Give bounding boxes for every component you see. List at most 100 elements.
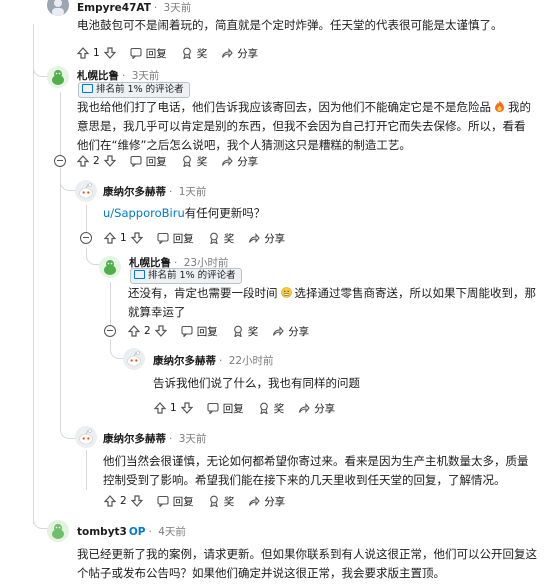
avatar[interactable] bbox=[99, 256, 121, 278]
flair-icon bbox=[134, 270, 145, 279]
downvote-icon[interactable] bbox=[154, 325, 167, 337]
comment-body: 告诉我他们说了什么，我也有同样的问题 bbox=[153, 376, 360, 390]
reply-icon bbox=[130, 155, 142, 167]
avatar[interactable] bbox=[123, 348, 145, 370]
downvote-icon[interactable] bbox=[180, 402, 193, 414]
avatar[interactable] bbox=[47, 520, 69, 542]
reply-button[interactable]: 回复 bbox=[207, 401, 244, 416]
op-badge: OP bbox=[128, 526, 146, 538]
author-name[interactable]: 康纳尔多赫蒂 bbox=[153, 355, 216, 367]
award-button[interactable]: 奖 bbox=[232, 324, 258, 339]
award-icon bbox=[209, 495, 218, 507]
reply-icon bbox=[181, 325, 193, 337]
share-icon bbox=[249, 233, 260, 243]
upvote-icon[interactable] bbox=[104, 232, 116, 244]
award-icon bbox=[209, 232, 218, 244]
timestamp: 3天前 bbox=[131, 70, 160, 82]
reply-button[interactable]: 回复 bbox=[130, 154, 167, 169]
share-button[interactable]: 分享 bbox=[248, 494, 285, 509]
vote-count: 1 bbox=[170, 402, 177, 414]
share-button[interactable]: 分享 bbox=[221, 154, 258, 169]
reply-icon bbox=[207, 402, 219, 414]
upvote-icon[interactable] bbox=[104, 495, 116, 507]
reply-icon bbox=[130, 47, 142, 59]
award-icon bbox=[182, 47, 191, 59]
downvote-icon[interactable] bbox=[130, 495, 143, 507]
vote-count: 2 bbox=[93, 155, 100, 167]
reply-button[interactable]: 回复 bbox=[157, 494, 194, 509]
collapse-thread-button[interactable] bbox=[54, 155, 66, 167]
author-name[interactable]: 康纳尔多赫蒂 bbox=[103, 186, 166, 198]
author-name[interactable]: Empyre47AT bbox=[77, 2, 151, 14]
award-icon bbox=[259, 402, 268, 414]
vote-count: 1 bbox=[93, 47, 100, 59]
comment-author[interactable]: 札幌比鲁 · 3天前 bbox=[77, 68, 159, 83]
avatar[interactable] bbox=[47, 0, 69, 16]
timestamp: 1天前 bbox=[178, 186, 207, 198]
award-button[interactable]: 奖 bbox=[208, 231, 234, 246]
downvote-icon[interactable] bbox=[103, 47, 116, 59]
avatar[interactable] bbox=[47, 66, 69, 88]
thread-branch bbox=[33, 510, 48, 529]
comment-author[interactable]: tombyt3 OP · 4天前 bbox=[77, 524, 186, 539]
vote-group: 2 bbox=[104, 495, 143, 507]
share-icon bbox=[249, 496, 260, 506]
share-button[interactable]: 分享 bbox=[298, 401, 335, 416]
reply-icon bbox=[157, 495, 169, 507]
thread-line bbox=[86, 450, 87, 490]
award-icon bbox=[182, 155, 191, 167]
author-name[interactable]: 康纳尔多赫蒂 bbox=[103, 433, 166, 445]
downvote-icon[interactable] bbox=[103, 155, 116, 167]
collapse-thread-button[interactable] bbox=[104, 325, 116, 337]
award-button[interactable]: 奖 bbox=[181, 154, 207, 169]
upvote-icon[interactable] bbox=[154, 402, 166, 414]
comment-body: 电池鼓包可不是闹着玩的，简直就是个定时炸弹。任天堂的代表很可能是太谨慎了。 bbox=[77, 18, 503, 32]
reply-button[interactable]: 回复 bbox=[157, 231, 194, 246]
reply-button[interactable]: 回复 bbox=[130, 46, 167, 61]
vote-count: 2 bbox=[144, 325, 151, 337]
comment-body: 我已经更新了我的案例，请求更新。但如果你联系到有人说这很正常，他们可以公开回复这… bbox=[77, 547, 537, 580]
comment-author[interactable]: 康纳尔多赫蒂 · 3天前 bbox=[103, 431, 206, 446]
timestamp: 4天前 bbox=[158, 526, 186, 538]
user-mention-link[interactable]: u/SapporoBiru bbox=[103, 206, 185, 220]
grimace-emoji-icon bbox=[280, 284, 292, 303]
upvote-icon[interactable] bbox=[77, 47, 89, 59]
downvote-icon[interactable] bbox=[130, 232, 143, 244]
share-button[interactable]: 分享 bbox=[272, 324, 309, 339]
comment-author[interactable]: Empyre47AT · 3天前 bbox=[77, 0, 191, 15]
collapse-thread-button[interactable] bbox=[80, 232, 92, 244]
author-name[interactable]: tombyt3 bbox=[77, 526, 127, 538]
upvote-icon[interactable] bbox=[128, 325, 140, 337]
reply-icon bbox=[157, 232, 169, 244]
user-flair-badge: 排名前 1% 的评论者 bbox=[130, 268, 242, 284]
share-icon bbox=[222, 48, 233, 58]
vote-group: 1 bbox=[104, 232, 143, 244]
comment-author[interactable]: 康纳尔多赫蒂 · 1天前 bbox=[103, 184, 206, 199]
upvote-icon[interactable] bbox=[77, 155, 89, 167]
thread-branch bbox=[33, 60, 48, 77]
award-button[interactable]: 奖 bbox=[258, 401, 284, 416]
vote-count: 2 bbox=[120, 495, 127, 507]
avatar[interactable] bbox=[75, 180, 97, 202]
award-button[interactable]: 奖 bbox=[208, 494, 234, 509]
comment-actions: 2 回复 奖 分享 bbox=[77, 152, 272, 170]
vote-count: 1 bbox=[120, 232, 127, 244]
reply-button[interactable]: 回复 bbox=[181, 324, 218, 339]
vote-group: 1 bbox=[77, 47, 116, 59]
user-flair-badge: 排名前 1% 的评论者 bbox=[78, 82, 190, 98]
avatar[interactable] bbox=[75, 426, 97, 448]
comment-body: u/SapporoBiru有任何更新吗？ bbox=[103, 206, 266, 220]
share-icon bbox=[299, 403, 310, 413]
share-button[interactable]: 分享 bbox=[248, 231, 285, 246]
comment-actions: 2 回复 奖 分享 bbox=[128, 322, 323, 340]
flair-icon bbox=[82, 84, 93, 93]
author-name[interactable]: 札幌比鲁 bbox=[77, 70, 119, 82]
award-button[interactable]: 奖 bbox=[181, 46, 207, 61]
share-button[interactable]: 分享 bbox=[221, 46, 258, 61]
thread-line bbox=[60, 92, 61, 422]
comment-actions: 1 回复 奖 分享 bbox=[77, 44, 272, 62]
comment-body: 还没有，肯定也需要一段时间 选择通过零售商寄送，所以如果下周能收到，那就算幸运了 bbox=[128, 284, 536, 319]
timestamp: 3天前 bbox=[163, 2, 192, 14]
timestamp: 3天前 bbox=[178, 433, 207, 445]
comment-author[interactable]: 康纳尔多赫蒂 · 22小时前 bbox=[153, 353, 274, 368]
